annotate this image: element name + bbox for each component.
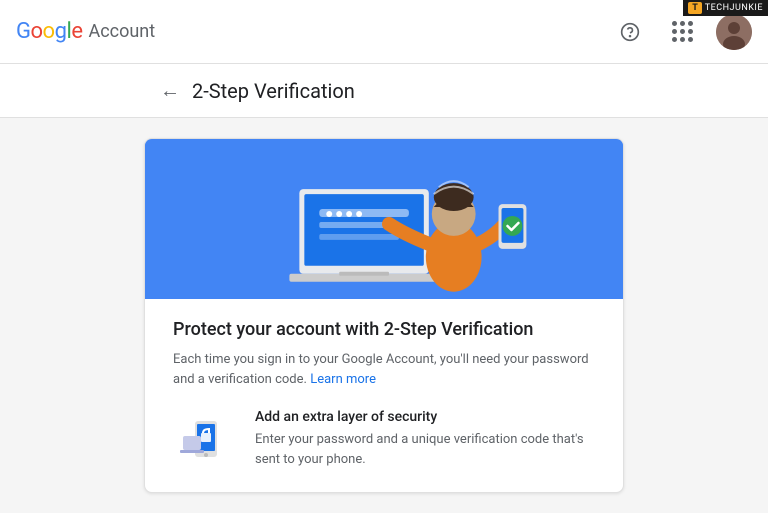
feature-item-badguys: Keep the bad guys out Even if someone el… <box>173 491 595 493</box>
card-description: Each time you sign in to your Google Acc… <box>173 350 595 389</box>
feature-item-security: Add an extra layer of security Enter you… <box>173 409 595 473</box>
top-icons <box>612 14 752 50</box>
hero-illustration <box>145 139 623 299</box>
page-header: ← 2-Step Verification <box>0 64 768 118</box>
feature-text-security: Add an extra layer of security Enter you… <box>255 409 595 469</box>
feature-title-security: Add an extra layer of security <box>255 409 595 425</box>
avatar[interactable] <box>716 14 752 50</box>
logo-area: Google Account <box>16 19 155 44</box>
apps-button[interactable] <box>664 14 700 50</box>
page-title: 2-Step Verification <box>192 79 355 103</box>
learn-more-link[interactable]: Learn more <box>310 372 376 387</box>
back-button[interactable]: ← <box>160 78 180 103</box>
help-button[interactable] <box>612 14 648 50</box>
techjunkie-badge: T TECHJUNKIE <box>683 0 768 16</box>
card-title: Protect your account with 2-Step Verific… <box>173 319 595 340</box>
content-card: Protect your account with 2-Step Verific… <box>144 138 624 493</box>
google-logo: Google <box>16 19 82 44</box>
feature-title-badguys: Keep the bad guys out <box>255 491 595 493</box>
account-label: Account <box>88 21 155 42</box>
badguys-icon <box>173 491 237 493</box>
main-content: Protect your account with 2-Step Verific… <box>0 118 768 513</box>
grid-dots-icon <box>672 21 693 42</box>
feature-desc-security: Enter your password and a unique verific… <box>255 430 595 469</box>
security-icon <box>173 409 237 473</box>
hero-area <box>145 139 623 299</box>
top-bar: Google Account <box>0 0 768 64</box>
feature-text-badguys: Keep the bad guys out Even if someone el… <box>255 491 595 493</box>
card-body: Protect your account with 2-Step Verific… <box>145 299 623 493</box>
